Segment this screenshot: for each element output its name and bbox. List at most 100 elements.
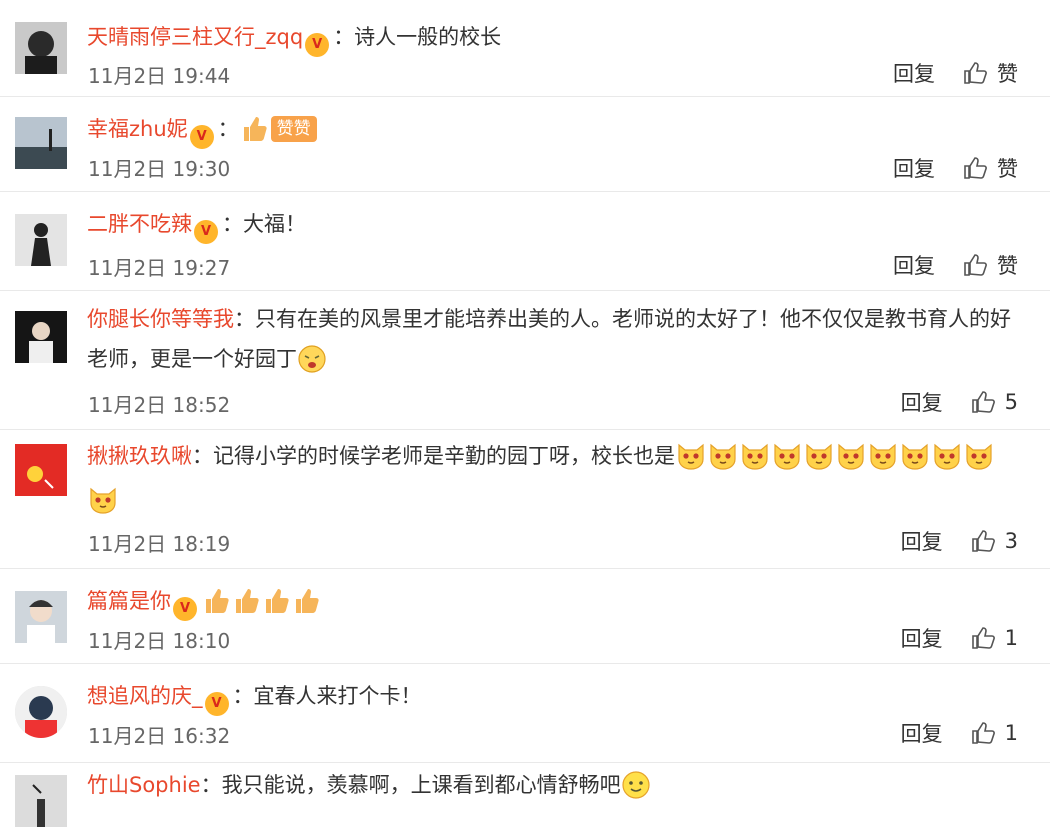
avatar[interactable] — [15, 444, 67, 496]
reply-button[interactable]: 回复 — [901, 623, 943, 653]
cat-emoji-icon — [899, 439, 931, 471]
comment-body: ：大福！ — [222, 212, 306, 236]
zan-sticker: 赞赞 — [270, 116, 317, 142]
comment-actions: 回复 赞 — [893, 250, 1018, 280]
avatar[interactable] — [15, 686, 67, 738]
comment-text: 天晴雨停三柱又行_zqq V ：诗人一般的校长 — [87, 17, 1020, 57]
avatar[interactable] — [15, 775, 67, 827]
comment-actions: 回复 5 — [901, 387, 1018, 417]
reply-button[interactable]: 回复 — [901, 387, 943, 417]
thumbs-up-icon — [964, 157, 987, 179]
comment-body: ：记得小学的时候学老师是辛勤的园丁呀，校长也是 — [192, 444, 675, 468]
comment-text: 二胖不吃辣 V ：大福！ — [87, 204, 1020, 244]
thumbs-up-icon — [964, 254, 987, 276]
vip-badge-icon: V — [305, 33, 330, 57]
vip-badge-icon: V — [194, 220, 218, 244]
comment-text: 篇篇是你 V — [87, 581, 1020, 621]
username-link[interactable]: 想追风的庆_ — [87, 684, 203, 708]
thumbs-up-icon — [971, 722, 995, 744]
cat-emoji-icon — [675, 439, 707, 471]
cat-emoji-icon — [963, 439, 995, 471]
comment-item: 竹山Sophie：我只能说，羡慕啊，上课看到都心情舒畅吧 — [0, 763, 1050, 827]
comment-item: 揪揪玖玖啾：记得小学的时候学老师是辛勤的园丁呀，校长也是 11月2日 18:19… — [0, 430, 1050, 569]
comment-time: 11月2日 18:10 — [88, 629, 231, 653]
comment-time: 11月2日 19:27 — [88, 256, 231, 280]
comment-item: 天晴雨停三柱又行_zqq V ：诗人一般的校长 11月2日 19:44 回复 赞 — [0, 0, 1050, 97]
thumbs-up-emoji-icon — [261, 586, 291, 616]
comment-item: 想追风的庆_ V ：宜春人来打个卡！ 11月2日 16:32 回复 1 — [0, 664, 1050, 763]
like-count: 赞 — [997, 254, 1018, 278]
reply-button[interactable]: 回复 — [893, 153, 935, 183]
reply-button[interactable]: 回复 — [893, 250, 935, 280]
like-button[interactable]: 赞 — [963, 250, 1018, 280]
comment-actions: 回复 1 — [901, 718, 1018, 748]
comment-text: 幸福zhu妮 V： 赞赞 — [87, 109, 1020, 149]
vip-badge-icon: V — [204, 692, 229, 716]
thumbs-up-emoji-icon — [239, 114, 269, 144]
thumbs-up-icon — [971, 530, 995, 552]
comment-actions: 回复 赞 — [893, 153, 1018, 183]
avatar[interactable] — [15, 311, 67, 363]
username-link[interactable]: 幸福zhu妮 — [87, 117, 188, 141]
avatar[interactable] — [15, 591, 67, 643]
reply-button[interactable]: 回复 — [901, 718, 943, 748]
avatar[interactable] — [15, 214, 67, 266]
like-count: 5 — [1004, 390, 1018, 414]
username-link[interactable]: 竹山Sophie — [87, 773, 201, 797]
cat-emoji-icon — [87, 483, 119, 515]
thumbs-up-emoji-icon — [201, 586, 231, 616]
like-count: 3 — [1004, 529, 1018, 553]
like-button[interactable]: 1 — [971, 626, 1018, 650]
username-link[interactable]: 篇篇是你 — [87, 589, 171, 613]
thumbs-up-icon — [964, 62, 987, 84]
comment-item: 你腿长你等等我：只有在美的风景里才能培养出美的人。老师说的太好了！他不仅仅是教书… — [0, 291, 1050, 430]
comment-text: 揪揪玖玖啾：记得小学的时候学老师是辛勤的园丁呀，校长也是 — [87, 434, 1020, 522]
thumbs-up-icon — [971, 627, 995, 649]
like-button[interactable]: 赞 — [963, 58, 1018, 88]
comment-body: ：诗人一般的校长 — [333, 25, 502, 49]
comment-item: 篇篇是你 V 11月2日 18:10 回复 1 — [0, 569, 1050, 664]
comment-time: 11月2日 19:30 — [88, 157, 231, 181]
username-link[interactable]: 二胖不吃辣 — [87, 212, 192, 236]
username-link[interactable]: 揪揪玖玖啾 — [87, 444, 192, 468]
avatar[interactable] — [15, 117, 67, 169]
comment-body: ：宜春人来打个卡！ — [232, 684, 422, 708]
avatar[interactable] — [15, 22, 67, 74]
comment-item: 幸福zhu妮 V： 赞赞 11月2日 19:30 回复 赞 — [0, 97, 1050, 192]
reply-button[interactable]: 回复 — [901, 526, 943, 556]
vip-badge-icon: V — [173, 597, 197, 621]
cat-emoji-icon — [835, 439, 867, 471]
comment-actions: 回复 3 — [901, 526, 1018, 556]
comment-body: ：我只能说，羡慕啊，上课看到都心情舒畅吧 — [200, 773, 621, 797]
like-button[interactable]: 1 — [971, 721, 1018, 745]
cat-emoji-icon — [931, 439, 963, 471]
thumbs-up-emoji-icon — [291, 586, 321, 616]
comment-time: 11月2日 18:19 — [88, 532, 231, 556]
like-button[interactable]: 3 — [971, 529, 1018, 553]
username-link[interactable]: 你腿长你等等我 — [87, 307, 234, 331]
thumbs-up-emoji-icon — [231, 586, 261, 616]
like-button[interactable]: 5 — [971, 390, 1018, 414]
comment-time: 11月2日 18:52 — [88, 393, 231, 417]
comment-time: 11月2日 19:44 — [88, 64, 231, 88]
reply-button[interactable]: 回复 — [893, 58, 935, 88]
comment-text: 竹山Sophie：我只能说，羡慕啊，上课看到都心情舒畅吧 — [87, 765, 1020, 805]
like-count: 1 — [1004, 626, 1018, 650]
like-button[interactable]: 赞 — [963, 153, 1018, 183]
cat-emoji-icon — [739, 439, 771, 471]
comment-text: 想追风的庆_ V ：宜春人来打个卡！ — [87, 676, 1020, 716]
comment-body: ： — [217, 117, 239, 141]
comment-actions: 回复 1 — [901, 623, 1018, 653]
comment-text: 你腿长你等等我：只有在美的风景里才能培养出美的人。老师说的太好了！他不仅仅是教书… — [87, 299, 1020, 379]
smile-emoji-icon — [621, 770, 651, 800]
like-count: 1 — [1004, 721, 1018, 745]
comment-actions: 回复 赞 — [893, 58, 1018, 88]
cat-emoji-icon — [771, 439, 803, 471]
username-link[interactable]: 天晴雨停三柱又行_zqq — [87, 25, 303, 49]
like-count: 赞 — [997, 62, 1018, 86]
comment-time: 11月2日 16:32 — [88, 724, 231, 748]
like-count: 赞 — [997, 157, 1018, 181]
cat-emoji-icon — [867, 439, 899, 471]
cat-emoji-icon — [707, 439, 739, 471]
cat-emoji-icon — [803, 439, 835, 471]
